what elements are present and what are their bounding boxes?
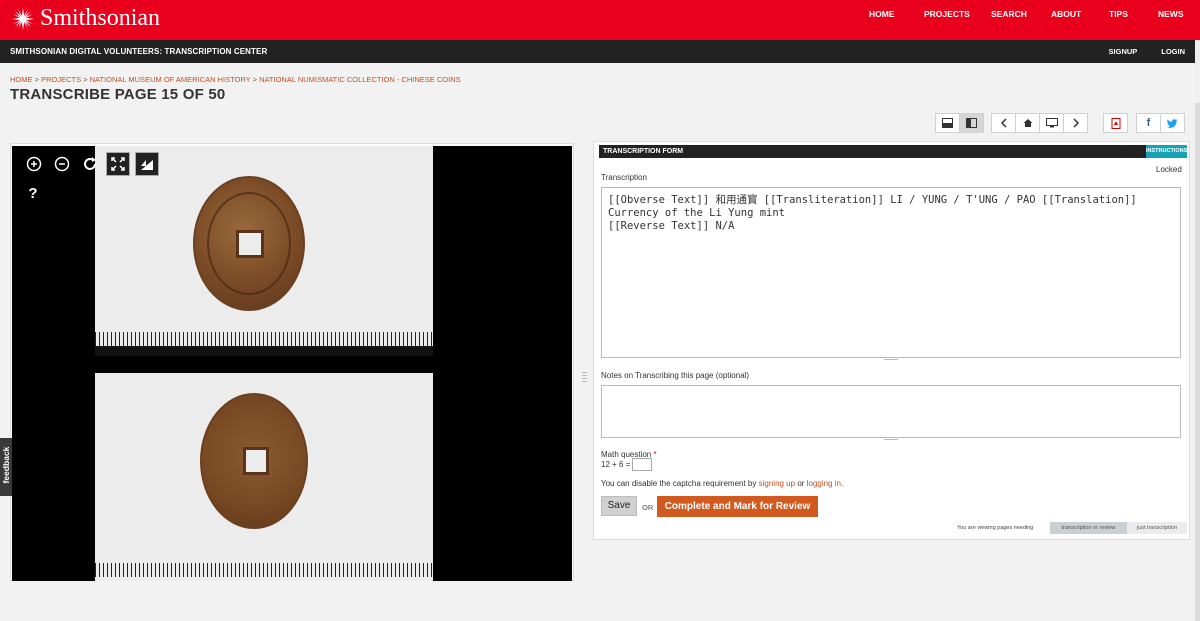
ruler-scale — [95, 332, 433, 346]
textarea-resize-grip[interactable] — [884, 437, 898, 440]
feedback-label: feedback — [1, 446, 11, 484]
transcription-label: Transcription — [601, 173, 647, 182]
textarea-resize-grip[interactable] — [884, 357, 898, 360]
nav-search[interactable]: SEARCH — [991, 0, 1027, 29]
form-header: TRANSCRIPTION FORM — [599, 145, 1146, 158]
home-icon[interactable] — [1015, 113, 1040, 133]
account-links: SIGNUP LOGIN — [1087, 40, 1185, 63]
pane-resize-handle[interactable] — [582, 372, 587, 384]
rotate-icon[interactable] — [80, 154, 100, 174]
captcha-answer-input[interactable] — [632, 458, 652, 471]
breadcrumb: HOME > PROJECTS > NATIONAL MUSEUM OF AME… — [10, 75, 461, 84]
site-title[interactable]: SMITHSONIAN DIGITAL VOLUNTEERS: TRANSCRI… — [10, 40, 267, 63]
breadcrumb-projects[interactable]: PROJECTS — [41, 75, 81, 84]
notes-textarea[interactable] — [601, 385, 1181, 438]
sub-bar: SMITHSONIAN DIGITAL VOLUNTEERS: TRANSCRI… — [0, 40, 1195, 63]
pdf-icon[interactable] — [1103, 113, 1128, 133]
navigation-toolbar — [991, 113, 1088, 133]
image-adjust-icon[interactable] — [135, 152, 159, 176]
captcha-note-text: You can disable the captcha requirement … — [601, 479, 757, 488]
complete-review-button[interactable]: Complete and Mark for Review — [657, 496, 818, 517]
zoom-out-icon[interactable] — [52, 154, 72, 174]
ruler-bar — [95, 346, 433, 356]
fullscreen-icon[interactable] — [106, 152, 130, 176]
slideshow-icon[interactable] — [1039, 113, 1064, 133]
locked-status: Locked — [1156, 165, 1182, 174]
breadcrumb-separator: > — [81, 75, 90, 84]
page-title: TRANSCRIBE PAGE 15 OF 50 — [10, 86, 226, 103]
logging-in-link[interactable]: logging in — [807, 479, 841, 488]
instructions-button[interactable]: INSTRUCTIONS — [1146, 145, 1187, 158]
scrollbar-thumb[interactable] — [1195, 103, 1200, 621]
sunburst-logo-icon — [12, 7, 34, 30]
coin-reverse-image — [95, 373, 433, 581]
captcha-note-or: or — [797, 479, 805, 488]
next-icon[interactable] — [1063, 113, 1088, 133]
twitter-icon[interactable] — [1160, 113, 1185, 133]
save-button[interactable]: Save — [601, 496, 637, 516]
breadcrumb-home[interactable]: HOME — [10, 75, 33, 84]
brand-name: Smithsonian — [40, 5, 161, 31]
viewing-status: You are viewing pages needing — [957, 525, 1034, 531]
login-link[interactable]: LOGIN — [1161, 47, 1185, 56]
breadcrumb-museum[interactable]: NATIONAL MUSEUM OF AMERICAN HISTORY — [90, 75, 251, 84]
nav-home[interactable]: HOME — [869, 0, 895, 29]
breadcrumb-separator: > — [32, 75, 42, 84]
social-toolbar: f — [1136, 113, 1185, 133]
coin-reverse — [200, 393, 308, 529]
layout-horizontal-icon[interactable] — [935, 113, 960, 133]
zoom-in-icon[interactable] — [24, 154, 44, 174]
help-icon[interactable]: ? — [23, 183, 43, 203]
nav-about[interactable]: ABOUT — [1051, 0, 1081, 29]
required-marker: * — [653, 450, 657, 459]
signup-link[interactable]: SIGNUP — [1109, 47, 1138, 56]
breadcrumb-separator: > — [250, 75, 260, 84]
previous-icon[interactable] — [991, 113, 1016, 133]
feedback-tab[interactable]: feedback — [0, 438, 12, 496]
filter-just-transcription[interactable]: just transcription — [1127, 522, 1187, 534]
signing-up-link[interactable]: signing up — [759, 479, 795, 488]
pdf-toolbar — [1103, 113, 1128, 133]
nav-tips[interactable]: TIPS — [1109, 0, 1128, 29]
or-label: OR — [642, 503, 654, 512]
top-bar: Smithsonian HOME PROJECTS SEARCH ABOUT T… — [0, 0, 1200, 40]
page-scrollbar[interactable] — [1195, 40, 1200, 621]
coin-obverse — [193, 176, 305, 311]
nav-projects[interactable]: PROJECTS — [924, 0, 970, 29]
filter-transcription-or-review[interactable]: transcription or review — [1050, 522, 1127, 534]
facebook-icon[interactable]: f — [1136, 113, 1161, 133]
notes-label: Notes on Transcribing this page (optiona… — [601, 371, 750, 380]
coin-inner-rim — [207, 192, 291, 295]
transcription-textarea[interactable]: [[Obverse Text]] 和用通寳 [[Transliteration]… — [601, 187, 1181, 358]
ruler-scale — [95, 563, 433, 577]
breadcrumb-collection[interactable]: NATIONAL NUMISMATIC COLLECTION - CHINESE… — [259, 75, 461, 84]
coin-obverse-image — [95, 146, 433, 356]
smithsonian-logo[interactable]: Smithsonian — [12, 5, 160, 32]
layout-toolbar — [935, 113, 984, 133]
nav-news[interactable]: NEWS — [1158, 0, 1184, 29]
coin-square-hole — [243, 447, 269, 475]
math-question: 12 + 6 = — [601, 460, 631, 469]
captcha-note-end: . — [840, 479, 844, 488]
captcha-note: You can disable the captcha requirement … — [601, 479, 843, 488]
layout-vertical-icon[interactable] — [959, 113, 984, 133]
